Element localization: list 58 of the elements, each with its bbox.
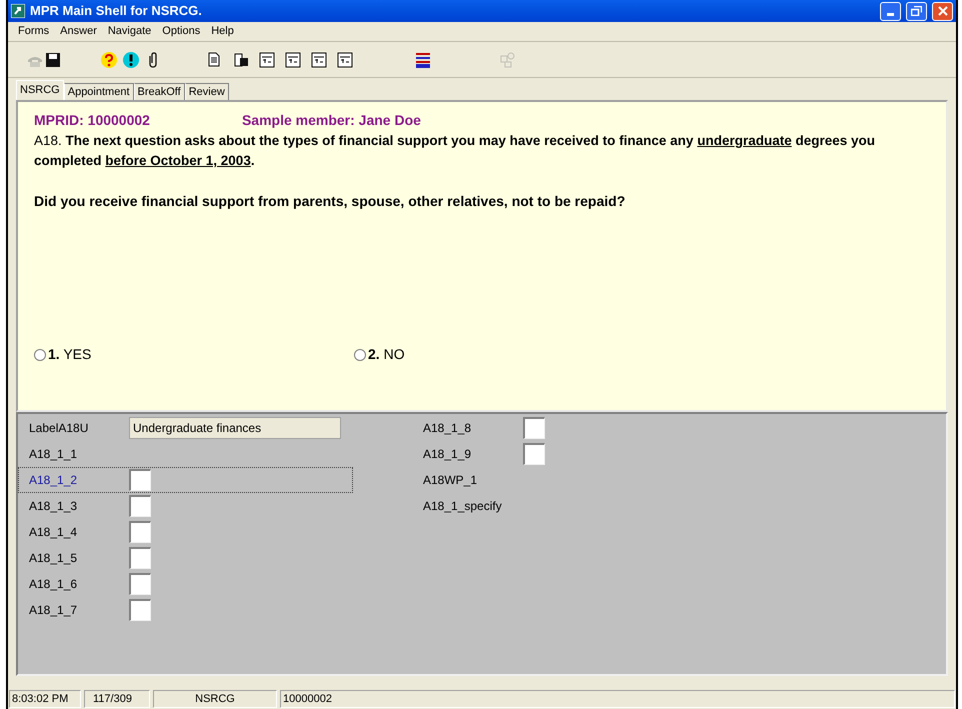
close-icon: [938, 6, 948, 16]
minimize-button[interactable]: [880, 2, 901, 20]
field-label: A18_1_1: [28, 446, 78, 463]
field-label: A18_1_3: [28, 498, 78, 515]
answer-box[interactable]: [129, 573, 151, 595]
window-title: MPR Main Shell for NSRCG.: [30, 2, 202, 20]
menu-item[interactable]: Answer: [60, 23, 97, 40]
field-label: A18WP_1: [422, 472, 478, 489]
tab[interactable]: BreakOff: [134, 83, 185, 100]
numbered-field-icon[interactable]: [258, 50, 276, 68]
field-label: LabelA18U: [28, 420, 90, 437]
answer-box[interactable]: [129, 469, 151, 491]
app-icon: [11, 4, 25, 18]
tab[interactable]: NSRCG: [16, 80, 64, 100]
numbered-field-icon[interactable]: [310, 50, 328, 68]
radio-button[interactable]: [34, 348, 46, 360]
field-label: A18_1_6: [28, 576, 78, 593]
answer-box[interactable]: [129, 521, 151, 543]
answer-option[interactable]: 2. NO: [354, 344, 674, 365]
answer-box[interactable]: [129, 495, 151, 517]
restore-button[interactable]: [906, 2, 927, 20]
status-cell: 117/309: [84, 690, 150, 708]
menu-item[interactable]: Help: [211, 23, 234, 40]
radio-button[interactable]: [354, 348, 366, 360]
answer-box[interactable]: [523, 417, 545, 439]
menu-item[interactable]: Forms: [18, 23, 50, 40]
tab[interactable]: Appointment: [64, 83, 134, 100]
close-button[interactable]: [932, 2, 953, 20]
field-label: A18_1_5: [28, 550, 78, 567]
answer-option[interactable]: 1. YES: [34, 344, 354, 365]
menu-item[interactable]: Options: [162, 23, 200, 40]
numbered-field-icon[interactable]: [284, 50, 302, 68]
focused-field-row[interactable]: A18_1_2: [18, 467, 353, 493]
alert-icon[interactable]: [122, 50, 140, 68]
answer-box[interactable]: [129, 599, 151, 621]
field-label: A18_1_specify: [422, 498, 503, 515]
field-label: A18_1_9: [422, 446, 472, 463]
sample-member-label: Sample member: Jane Doe: [242, 111, 421, 130]
field-value: Undergraduate finances: [129, 417, 341, 439]
answer-box[interactable]: [523, 443, 545, 465]
field-label: A18_1_7: [28, 602, 78, 619]
field-label: A18_1_4: [28, 524, 78, 541]
status-cell: 8:03:02 PM: [9, 690, 81, 708]
restore-icon: [911, 6, 922, 16]
mprid-label: MPRID: 10000002: [34, 111, 150, 130]
status-cell: 10000002: [280, 690, 955, 708]
field-label: A18_1_8: [422, 420, 472, 437]
answer-box[interactable]: [129, 547, 151, 569]
minimize-icon: [887, 12, 894, 16]
question-text: A18. The next question asks about the types of financial support you may have received to finance any undergraduate degrees you completed before October 1, 2003.: [34, 132, 876, 170]
help-icon[interactable]: [100, 50, 118, 68]
status-cell: NSRCG: [153, 690, 277, 708]
save-icon[interactable]: [44, 50, 62, 68]
menu-item[interactable]: Navigate: [108, 23, 152, 40]
numbered-field-icon[interactable]: [336, 50, 354, 68]
tab[interactable]: Review: [184, 83, 229, 100]
field-label: A18_1_2: [28, 472, 78, 489]
question-prompt: Did you receive financial support from parents, spouse, other relatives, not to be repaid?: [34, 192, 626, 211]
